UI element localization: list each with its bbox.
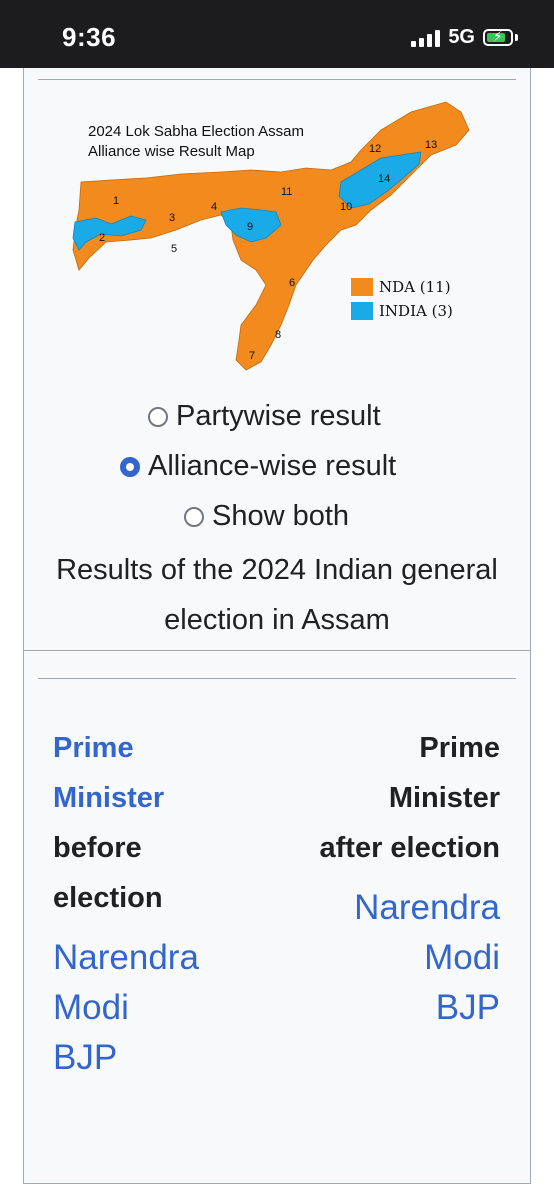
legend-label: INDIA (3): [379, 302, 453, 320]
option-label: Show both: [212, 500, 350, 532]
constituency-label: 12: [369, 143, 381, 155]
radio-unchecked-icon[interactable]: [148, 406, 168, 427]
battery-icon: ⚡: [483, 28, 513, 46]
network-label: 5G: [448, 26, 475, 48]
legend-item-india: INDIA (3): [351, 302, 453, 320]
pm-name-line[interactable]: Modi: [280, 933, 500, 983]
signal-icon: [411, 29, 441, 47]
constituency-label: 2: [99, 232, 105, 244]
pm-label-line: after election: [319, 832, 501, 864]
map-title-line: 2024 Lok Sabha Election Assam: [88, 123, 304, 140]
divider-row: [38, 678, 516, 679]
option-both[interactable]: Show both: [184, 500, 349, 533]
pm-label-line: before: [53, 832, 142, 864]
radio-checked-icon[interactable]: [120, 456, 140, 477]
status-time: 9:36: [62, 22, 117, 52]
pm-name-line[interactable]: Modi: [53, 983, 253, 1033]
pm-link[interactable]: Prime Minister: [53, 723, 253, 823]
pm-before-label: before election: [53, 823, 253, 923]
constituency-label: 4: [211, 201, 217, 213]
pm-label-line[interactable]: Prime: [53, 723, 253, 773]
constituency-label: 14: [378, 173, 390, 185]
pm-label-line: election: [53, 882, 163, 914]
pm-label-line[interactable]: Minister: [53, 773, 253, 823]
constituency-label: 11: [281, 186, 292, 198]
constituency-label: 5: [171, 243, 177, 255]
constituency-label: 3: [169, 212, 175, 224]
divider-top: [38, 79, 516, 80]
constituency-label: 13: [425, 139, 437, 151]
pm-after-name[interactable]: Narendra Modi BJP: [280, 883, 500, 1033]
divider-section: [24, 650, 530, 651]
pm-party-link[interactable]: BJP: [280, 983, 500, 1033]
option-label: Alliance-wise result: [148, 450, 397, 482]
legend-item-nda: NDA (11): [351, 278, 453, 296]
result-map[interactable]: 1 2 3 4 5 6 7 8 9 10 11 12 13 14 2024 Lo…: [51, 100, 471, 390]
pm-name-line[interactable]: Narendra: [280, 883, 500, 933]
legend-swatch: [351, 302, 373, 320]
pm-label-line: Prime: [419, 732, 500, 764]
constituency-label: 7: [249, 350, 255, 362]
pm-before-name[interactable]: Narendra Modi BJP: [53, 933, 253, 1083]
radio-unchecked-icon[interactable]: [184, 506, 204, 527]
pm-after-column: Prime Minister after election Narendra M…: [280, 723, 501, 1033]
constituency-label: 10: [340, 201, 352, 213]
pm-after-label: Prime Minister after election: [280, 723, 501, 873]
status-bar: 9:36 5G ⚡: [0, 0, 554, 68]
map-title-line: Alliance wise Result Map: [88, 143, 255, 160]
pm-name-line[interactable]: Narendra: [53, 933, 253, 983]
pm-before-column: Prime Minister before election Narendra …: [53, 723, 253, 1083]
constituency-label: 8: [275, 329, 281, 341]
option-partywise[interactable]: Partywise result: [148, 400, 381, 433]
battery-cap: [515, 34, 518, 41]
pm-label-line: Minister: [388, 782, 500, 814]
option-alliance[interactable]: Alliance-wise result: [120, 450, 396, 483]
constituency-label: 9: [247, 221, 253, 233]
option-label: Partywise result: [176, 400, 381, 432]
map-legend: NDA (11) INDIA (3): [351, 278, 453, 326]
legend-swatch: [351, 278, 373, 296]
status-indicators: 5G ⚡: [411, 26, 518, 49]
map-title: 2024 Lok Sabha Election Assam Alliance w…: [88, 122, 304, 162]
legend-label: NDA (11): [379, 278, 451, 296]
constituency-label: 1: [113, 195, 119, 207]
map-caption: Results of the 2024 Indian general elect…: [56, 554, 498, 636]
constituency-label: 6: [289, 277, 295, 289]
pm-party-link[interactable]: BJP: [53, 1033, 253, 1083]
